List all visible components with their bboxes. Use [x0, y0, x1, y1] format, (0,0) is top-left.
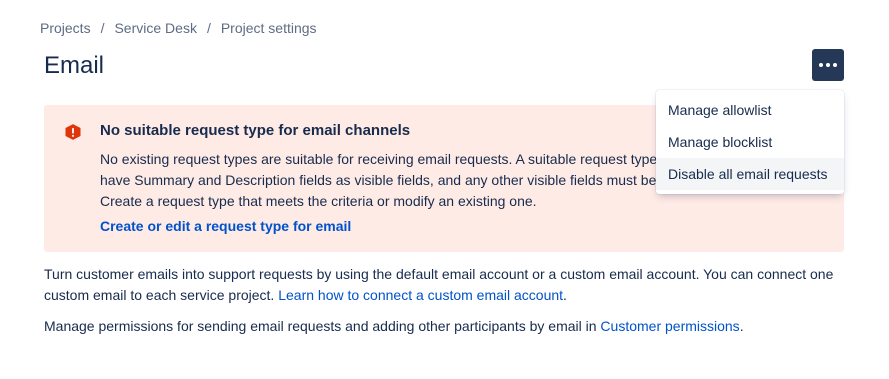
- error-icon: [65, 124, 81, 140]
- intro-text-end: .: [563, 287, 567, 303]
- breadcrumb-item-service-desk[interactable]: Service Desk: [114, 20, 196, 36]
- breadcrumb-item-project-settings[interactable]: Project settings: [221, 20, 317, 36]
- intro-paragraph: Turn customer emails into support reques…: [44, 264, 849, 306]
- more-actions-menu: Manage allowlist Manage blocklist Disabl…: [656, 90, 844, 194]
- permissions-text: Manage permissions for sending email req…: [44, 318, 601, 334]
- alert-title: No suitable request type for email chann…: [100, 122, 411, 139]
- permissions-paragraph: Manage permissions for sending email req…: [44, 316, 849, 337]
- menu-item-manage-allowlist[interactable]: Manage allowlist: [656, 94, 844, 126]
- alert-body: No existing request types are suitable f…: [100, 151, 714, 209]
- customer-permissions-link[interactable]: Customer permissions: [600, 318, 739, 334]
- create-request-type-link[interactable]: Create or edit a request type for email: [100, 218, 351, 234]
- menu-item-disable-email-requests[interactable]: Disable all email requests: [656, 158, 844, 190]
- more-actions-button[interactable]: [812, 49, 844, 81]
- menu-item-manage-blocklist[interactable]: Manage blocklist: [656, 126, 844, 158]
- more-horizontal-icon: [819, 63, 837, 67]
- breadcrumb-item-projects[interactable]: Projects: [40, 20, 91, 36]
- learn-custom-email-link[interactable]: Learn how to connect a custom email acco…: [278, 287, 563, 303]
- permissions-text-end: .: [739, 318, 744, 334]
- breadcrumb-separator: /: [100, 20, 105, 36]
- page-title: Email: [44, 52, 105, 79]
- breadcrumb-separator: /: [206, 20, 211, 36]
- breadcrumb: Projects / Service Desk / Project settin…: [40, 20, 317, 36]
